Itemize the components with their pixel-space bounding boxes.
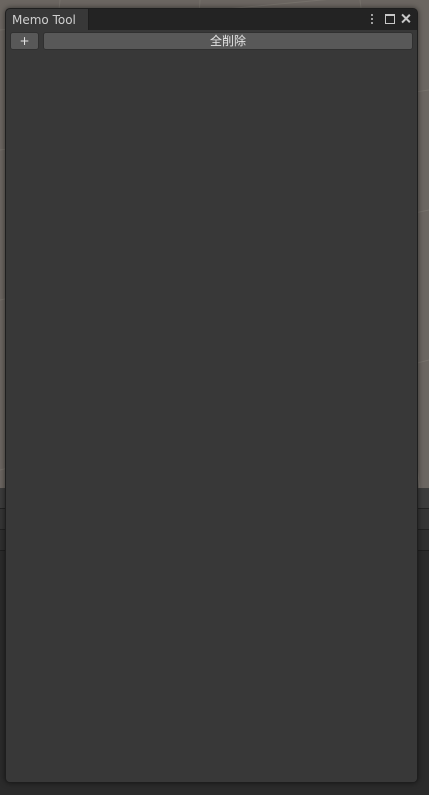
memo-tool-window: Memo Tool + 全削除 <box>5 8 418 783</box>
tab-title: Memo Tool <box>12 13 76 27</box>
editor-background: Memo Tool + 全削除 <box>0 0 429 795</box>
close-icon[interactable] <box>399 11 413 27</box>
memo-toolbar: + 全削除 <box>6 30 417 52</box>
memo-list-area[interactable] <box>6 54 417 782</box>
maximize-icon[interactable] <box>384 11 396 27</box>
tab-memo-tool[interactable]: Memo Tool <box>6 9 89 30</box>
menu-ellipsis-icon[interactable] <box>367 11 377 27</box>
window-titlebar[interactable]: Memo Tool <box>6 9 417 30</box>
delete-all-button[interactable]: 全削除 <box>43 32 413 50</box>
add-memo-button[interactable]: + <box>10 32 39 50</box>
